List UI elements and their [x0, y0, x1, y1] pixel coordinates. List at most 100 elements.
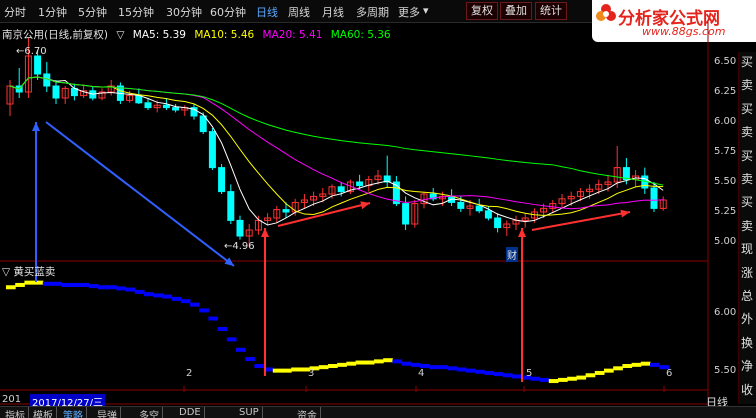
indicator-tick: 6.00 — [714, 306, 737, 318]
indicator-step — [640, 361, 651, 366]
candle-body — [494, 217, 502, 229]
side-tab-14[interactable]: 收 — [741, 381, 753, 398]
date-tick: 2 — [186, 368, 193, 379]
side-tab-4[interactable]: 买 — [741, 147, 753, 164]
indicator-step — [337, 362, 347, 367]
indicator-step — [254, 364, 265, 368]
date-tick: 4 — [418, 368, 425, 379]
side-tab-7[interactable]: 卖 — [741, 217, 753, 234]
bottom-tab-5[interactable]: DDE — [176, 407, 205, 418]
candle-body — [144, 102, 152, 109]
indicator-step — [162, 294, 173, 299]
bottom-tab-4[interactable]: 多空 — [136, 407, 163, 418]
price-tick: 5.00 — [714, 236, 737, 247]
indicator-step — [502, 373, 513, 378]
indicator-step — [15, 282, 25, 287]
indicator-step — [6, 285, 16, 290]
side-tab-1[interactable]: 卖 — [741, 76, 753, 93]
side-panel: 买卖买卖买卖买卖现涨总外换净收 — [738, 52, 756, 404]
indicator-step — [180, 299, 191, 304]
indicator-step — [364, 360, 375, 365]
blue-down-arrow — [45, 121, 235, 267]
side-tab-11[interactable]: 外 — [741, 310, 753, 327]
side-tab-12[interactable]: 换 — [741, 334, 753, 351]
low-annotation: ←4.96 — [224, 241, 255, 252]
indicator-step — [346, 361, 357, 366]
indicator-step — [217, 326, 228, 331]
date-tick: 3 — [308, 368, 315, 379]
indicator-header: ▽ 黄买蓝卖 — [2, 264, 55, 279]
indicator-step — [153, 293, 163, 298]
price-tick: 5.50 — [714, 176, 737, 187]
side-tab-6[interactable]: 买 — [741, 193, 753, 210]
candle-body — [199, 115, 207, 133]
bottom-tab-6[interactable]: SUP — [236, 407, 263, 418]
indicator-step — [548, 379, 559, 384]
side-tab-3[interactable]: 卖 — [741, 123, 753, 140]
indicator-step — [134, 289, 145, 294]
indicator-step — [171, 296, 182, 301]
price-tick: 6.25 — [714, 86, 737, 97]
bottom-tab-3[interactable]: 导弹 — [94, 407, 121, 418]
blue-up-arrow-head — [32, 122, 40, 131]
bottom-tab-0[interactable]: 指标 — [2, 407, 29, 418]
bottom-tabs: 指标 模板 策略 导弹 多空 DDE SUP 资金 — [0, 406, 756, 418]
indicator-step — [456, 367, 467, 372]
indicator-step — [484, 370, 495, 375]
indicator-step — [116, 286, 127, 291]
low-value: 4.96 — [232, 241, 255, 252]
indicator-step — [466, 368, 476, 373]
bottom-tab-7[interactable]: 资金 — [294, 407, 321, 418]
indicator-name: 黄买蓝卖 — [13, 266, 56, 278]
indicator-step — [594, 370, 605, 375]
candle-body — [218, 167, 226, 193]
high-annotation: ←6.70 — [16, 46, 47, 57]
indicator-step — [613, 366, 623, 371]
indicator-step — [226, 337, 237, 342]
indicator-step — [392, 359, 403, 364]
side-tab-8[interactable]: 现 — [741, 240, 753, 257]
candle-body — [650, 187, 658, 209]
indicator-step — [52, 281, 62, 286]
year-label: 201 — [2, 394, 22, 405]
ma20-line — [9, 76, 664, 210]
price-tick: 6.00 — [714, 116, 737, 127]
indicator-collapse-icon[interactable]: ▽ — [2, 266, 10, 278]
side-tab-9[interactable]: 涨 — [741, 264, 753, 281]
red-up-arrow-1-head — [261, 228, 269, 237]
indicator-step — [107, 285, 117, 290]
side-tab-13[interactable]: 净 — [741, 357, 753, 374]
bottom-tab-2[interactable]: 策略 — [60, 407, 87, 418]
candle-body — [34, 55, 42, 75]
finance-marker[interactable]: 财 — [506, 247, 518, 262]
indicator-step — [650, 362, 660, 367]
indicator-step — [144, 292, 154, 297]
indicator-step — [291, 367, 301, 372]
indicator-step — [512, 374, 522, 379]
indicator-step — [447, 366, 458, 371]
indicator-step — [88, 284, 99, 289]
side-tab-5[interactable]: 卖 — [741, 170, 753, 187]
candle-body — [475, 205, 483, 212]
price-tick: 5.25 — [714, 206, 737, 217]
candle-body — [135, 95, 143, 104]
indicator-step — [558, 377, 568, 382]
side-tab-0[interactable]: 买 — [741, 53, 753, 70]
bottom-tab-1[interactable]: 模板 — [30, 407, 57, 418]
indicator-step — [70, 282, 81, 287]
price-tick: 6.50 — [714, 56, 737, 67]
indicator-step — [282, 368, 292, 373]
side-tab-10[interactable]: 总 — [741, 287, 753, 304]
candle-body — [172, 107, 180, 111]
indicator-step — [631, 362, 642, 367]
indicator-step — [125, 287, 136, 292]
candle-body — [162, 104, 170, 109]
indicator-step — [245, 357, 255, 362]
indicator-step — [318, 365, 329, 370]
side-tab-2[interactable]: 买 — [741, 100, 753, 117]
indicator-step — [475, 369, 485, 374]
candle-body — [337, 186, 345, 193]
indicator-step — [383, 358, 393, 363]
indicator-step — [236, 347, 246, 352]
kline-chart[interactable] — [0, 0, 756, 417]
